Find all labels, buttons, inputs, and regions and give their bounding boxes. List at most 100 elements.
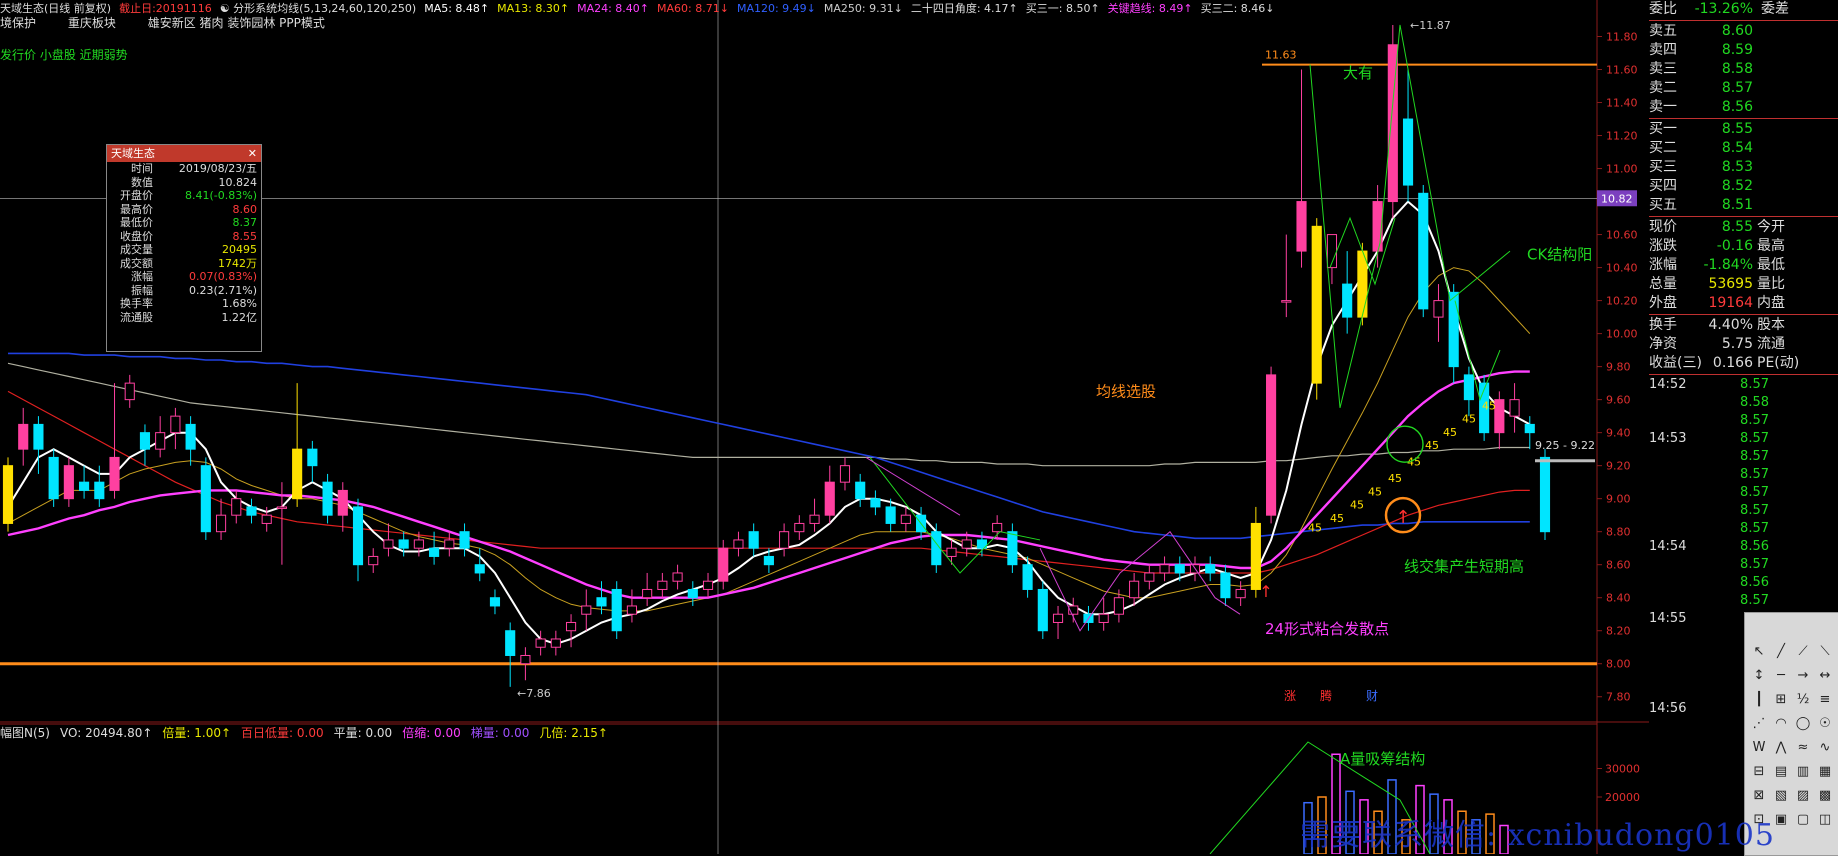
draw-tool-icon[interactable]: W [1749,739,1769,757]
candle-body[interactable] [672,572,683,582]
draw-tool-icon[interactable]: ▦ [1815,763,1835,781]
candle-body[interactable] [626,605,637,615]
close-icon[interactable]: ✕ [248,145,257,162]
draw-tool-icon[interactable]: ½ [1793,691,1813,709]
candle-body[interactable] [885,506,896,524]
candle-body[interactable] [94,481,105,500]
buy-row[interactable]: 买一 8.55 [1649,120,1838,139]
candle-body[interactable] [124,382,135,401]
draw-tool-icon[interactable]: ╱ [1771,643,1791,661]
candle-body[interactable] [109,456,120,491]
candle-body[interactable] [155,432,166,450]
candle-body[interactable] [535,638,546,648]
candle-body[interactable] [1296,201,1307,252]
candle-body[interactable] [657,580,668,590]
candle-body[interactable] [1463,374,1474,401]
candle-body[interactable] [839,465,851,483]
draw-tool-icon[interactable]: ▤ [1771,763,1791,781]
candle-body[interactable] [1342,283,1353,318]
candle-body[interactable] [718,547,729,582]
draw-tool-icon[interactable]: ⊠ [1749,787,1769,805]
candle-body[interactable] [565,621,577,632]
draw-tool-icon[interactable]: ▥ [1793,763,1813,781]
candle-body[interactable] [505,630,516,656]
candle-body[interactable] [1509,399,1520,417]
draw-tool-icon[interactable]: ▨ [1793,787,1813,805]
candle-body[interactable] [1250,522,1261,590]
candle-body[interactable] [63,465,74,500]
candle-body[interactable] [261,514,272,524]
candle-body[interactable] [337,489,348,516]
draw-tool-icon[interactable]: ↕ [1749,667,1769,685]
draw-tool-icon[interactable]: ≡ [1815,691,1835,709]
candle-body[interactable] [200,465,211,533]
candle-body[interactable] [946,547,957,557]
candle-body[interactable] [1205,564,1216,574]
candle-body[interactable] [1022,564,1033,590]
candle-body[interactable] [2,465,14,524]
draw-tool-icon[interactable]: ⟍ [1815,643,1835,661]
candle-body[interactable] [246,506,257,516]
candle-body[interactable] [1098,613,1109,623]
draw-tool-icon[interactable]: ┃ [1749,691,1769,709]
candle-body[interactable] [33,423,44,450]
candle-body[interactable] [779,531,790,549]
candle-body[interactable] [1433,300,1444,318]
candle-body[interactable] [307,448,318,467]
buy-row[interactable]: 买二 8.54 [1649,139,1838,158]
candle-body[interactable] [1372,201,1383,252]
buy-row[interactable]: 买三 8.53 [1649,158,1838,177]
draw-tool-icon[interactable]: ⊟ [1749,763,1769,781]
candle-body[interactable] [794,522,805,533]
candle-body[interactable] [474,564,485,574]
candle-body[interactable] [1402,118,1414,186]
sell-row[interactable]: 卖三 8.58 [1649,60,1838,79]
draw-tool-icon[interactable]: → [1793,667,1813,685]
tag-1[interactable]: 重庆板块 [68,16,116,30]
candle-body[interactable] [79,481,90,491]
draw-tool-icon[interactable]: ⋰ [1749,715,1769,733]
candle-body[interactable] [18,423,29,450]
candle-body[interactable] [992,522,1003,533]
candle-body[interactable] [1129,580,1140,599]
candle-body[interactable] [961,539,972,549]
candle-body[interactable] [459,531,470,549]
draw-tool-icon[interactable]: ▩ [1815,787,1835,805]
candle-body[interactable] [1159,564,1170,574]
draw-tool-icon[interactable]: ⋀ [1771,739,1791,757]
candle-body[interactable] [276,506,287,509]
candle-body[interactable] [763,555,774,566]
candle-body[interactable] [855,481,866,500]
candle-body[interactable] [352,506,364,566]
candle-body[interactable] [322,481,333,516]
candle-body[interactable] [550,638,561,648]
candle-body[interactable] [383,539,394,549]
candle-body[interactable] [1311,225,1322,384]
candle-body[interactable] [215,514,227,533]
sell-row[interactable]: 卖二 8.57 [1649,79,1838,98]
candle-body[interactable] [139,432,151,450]
draw-tool-icon[interactable]: ↔ [1815,667,1835,685]
candle-body[interactable] [581,605,592,615]
candle-body[interactable] [1220,572,1231,599]
candle-body[interactable] [687,588,698,599]
info-box[interactable]: 天域生态 ✕ 时间 2019/08/23/五 数值 10.824 开盘价 8.41(-0.… [106,144,262,352]
candle-body[interactable] [413,539,424,549]
candle-body[interactable] [444,539,455,549]
candle-body[interactable] [1235,588,1246,599]
candle-body[interactable] [1174,564,1185,574]
draw-tool-icon[interactable]: ▧ [1771,787,1791,805]
buy-row[interactable]: 买五 8.51 [1649,196,1838,215]
candle-body[interactable] [1037,588,1048,632]
candle-body[interactable] [170,415,181,434]
candle-body[interactable] [368,555,379,566]
candle-body[interactable] [292,448,303,500]
candle-body[interactable] [733,539,744,549]
draw-tool-icon[interactable]: ⟋ [1793,643,1813,661]
candle-body[interactable] [520,654,531,665]
candle-body[interactable] [398,539,409,549]
candle-body[interactable] [596,597,607,607]
candle-body[interactable] [1448,291,1459,368]
candle-body[interactable] [231,498,242,516]
draw-tool-icon[interactable]: ◫ [1815,811,1835,829]
